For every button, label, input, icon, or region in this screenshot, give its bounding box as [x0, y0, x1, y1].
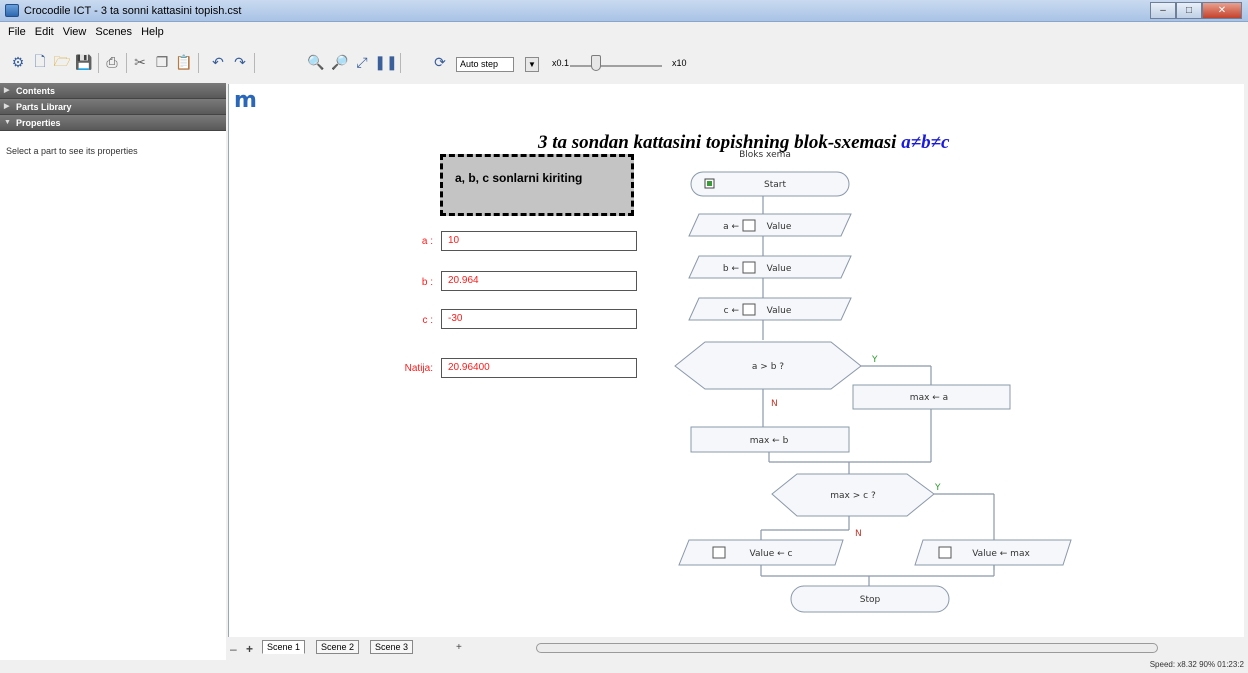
scene-tab-bar: – + Scene 1 Scene 2 Scene 3 + — [228, 637, 1244, 658]
output-max-label: Value ← max — [972, 549, 1030, 559]
save-icon[interactable]: 💾 — [74, 53, 94, 72]
more-scenes-button[interactable]: + — [456, 642, 462, 653]
open-file-icon[interactable]: 🗁 — [52, 53, 72, 72]
assign-max-a-label: max ← a — [910, 393, 948, 403]
start-icon-fill — [707, 181, 712, 186]
run-step-icon[interactable]: ⟳ — [430, 53, 450, 72]
input-a-label: a ← — [723, 222, 739, 232]
panel-properties[interactable]: Properties — [0, 115, 226, 131]
scene-canvas[interactable]: m 3 ta sondan kattasini topishning blok-… — [228, 84, 1244, 637]
step-mode-select[interactable]: Auto step — [456, 57, 514, 72]
output-c-label: Value ← c — [750, 549, 793, 559]
window-controls: – □ ✕ — [1150, 2, 1242, 19]
fit-icon[interactable]: ⤢ — [352, 53, 372, 72]
redo-icon[interactable]: ↷ — [230, 53, 250, 72]
properties-message: Select a part to see its properties — [6, 146, 138, 156]
panel-contents[interactable]: Contents — [0, 83, 226, 99]
pause-icon[interactable]: ❚❚ — [374, 53, 397, 72]
paste-icon[interactable]: 📋 — [174, 53, 194, 72]
menu-view[interactable]: View — [63, 26, 87, 38]
tab-scene-3[interactable]: Scene 3 — [370, 640, 414, 654]
close-button[interactable]: ✕ — [1202, 2, 1242, 19]
toolbar-separator — [198, 53, 199, 73]
toolbar-separator — [98, 53, 99, 73]
input-b-label: b ← — [723, 264, 740, 274]
speed-min-label: x0.1 — [552, 58, 570, 68]
left-panel: Contents Parts Library Properties Select… — [0, 83, 226, 660]
input-c-box[interactable] — [742, 303, 756, 316]
title-bar: Crocodile ICT - 3 ta sonni kattasini top… — [0, 0, 1248, 22]
toolbar: ⚙ 🗋 🗁 💾 ⎙ ✂ ❐ 📋 ↶ ↷ 🔍 🔎 ⤢ ❚❚ ⟳ Auto step… — [0, 41, 1248, 83]
speed-max-label: x10 — [672, 58, 687, 68]
add-scene-button[interactable]: + — [246, 642, 253, 656]
flowchart: Bloks xema Start a ← Value b ← Value c ←… — [674, 150, 1072, 613]
window-title: Crocodile ICT - 3 ta sonni kattasini top… — [24, 5, 242, 17]
undo-icon[interactable]: ↶ — [208, 53, 228, 72]
menu-scenes[interactable]: Scenes — [95, 26, 132, 38]
zoom-in-icon[interactable]: 🔍 — [306, 53, 326, 72]
menu-bar: File Edit View Scenes Help — [0, 22, 1248, 41]
flowchart-title: Bloks xema — [739, 150, 791, 160]
assign-max-b-label: max ← b — [750, 436, 789, 446]
tab-scene-2[interactable]: Scene 2 — [316, 640, 360, 654]
chevron-down-icon[interactable]: ▼ — [525, 57, 539, 72]
input-b-value: Value — [767, 264, 792, 274]
zoom-out-icon[interactable]: 🔎 — [330, 53, 350, 72]
input-a-box[interactable] — [742, 219, 756, 232]
decision-max-gt-c-label: max > c ? — [830, 491, 876, 501]
cut-icon[interactable]: ✂ — [130, 53, 150, 72]
print-icon[interactable]: ⎙ — [102, 53, 122, 72]
input-c-value: Value — [767, 306, 792, 316]
decision1-yes-label: Y — [871, 355, 878, 365]
toolbar-separator — [254, 53, 255, 73]
remove-scene-button[interactable]: – — [230, 642, 237, 656]
toolbar-separator — [126, 53, 127, 73]
horizontal-scrollbar[interactable] — [536, 643, 1158, 653]
stop-label: Stop — [860, 595, 881, 605]
menu-edit[interactable]: Edit — [35, 26, 54, 38]
copy-icon[interactable]: ❐ — [152, 53, 172, 72]
toolbar-separator — [400, 53, 401, 73]
maximize-button[interactable]: □ — [1176, 2, 1202, 19]
tab-scene-1[interactable]: Scene 1 — [262, 640, 306, 654]
speed-slider-thumb[interactable] — [591, 55, 601, 71]
new-document-icon[interactable]: 🗋 — [30, 53, 50, 72]
app-icon — [5, 4, 19, 17]
input-c-label: c ← — [724, 306, 740, 316]
status-text: Speed: x8.32 90% 01:23:2 — [1149, 660, 1244, 669]
menu-help[interactable]: Help — [141, 26, 164, 38]
decision-a-gt-b-label: a > b ? — [752, 362, 784, 372]
decision2-no-label: N — [855, 529, 862, 539]
input-b-box[interactable] — [742, 261, 756, 274]
output-c-box[interactable] — [712, 546, 726, 559]
panel-parts-library[interactable]: Parts Library — [0, 99, 226, 115]
output-max-box[interactable] — [938, 546, 952, 559]
open-folder-icon[interactable]: ⚙ — [8, 53, 28, 72]
start-label: Start — [764, 180, 786, 190]
minimize-button[interactable]: – — [1150, 2, 1176, 19]
decision1-no-label: N — [771, 399, 778, 409]
speed-slider-track[interactable] — [570, 65, 662, 67]
menu-file[interactable]: File — [8, 26, 26, 38]
decision2-yes-label: Y — [934, 483, 941, 493]
status-bar: Speed: x8.32 90% 01:23:2 — [0, 660, 1248, 673]
input-a-value: Value — [767, 222, 792, 232]
